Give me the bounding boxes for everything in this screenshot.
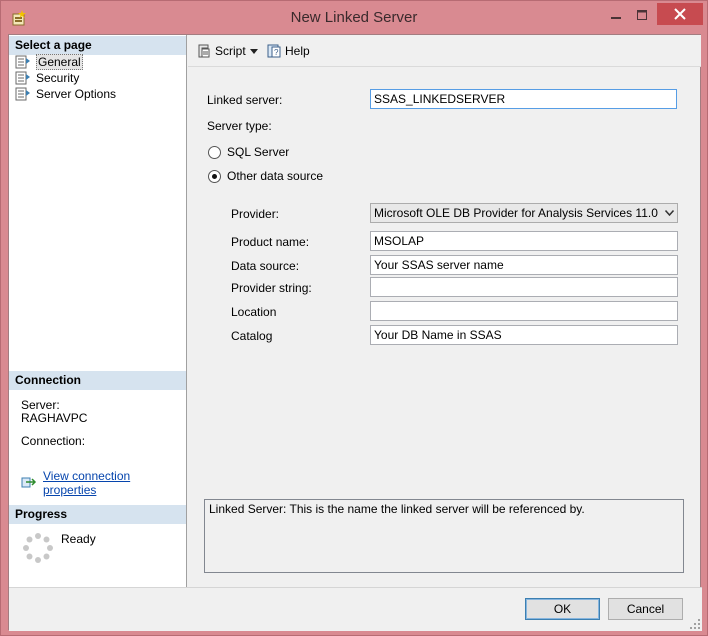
linked-server-input[interactable]: SSAS_LINKEDSERVER [370,89,677,109]
script-button[interactable]: Script [196,42,246,60]
provider-select-value: Microsoft OLE DB Provider for Analysis S… [374,206,658,220]
dialog-footer: OK Cancel [9,587,702,631]
location-input[interactable] [370,301,678,321]
script-icon [196,43,212,59]
resize-grip-icon[interactable] [690,619,700,629]
page-item-general[interactable]: General [15,54,83,70]
right-pane: Script ? Help Linked server: SSAS_LINKED… [188,35,701,587]
provider-string-input[interactable] [370,277,678,297]
radio-sql-server-label: SQL Server [227,145,290,159]
title-bar[interactable]: New Linked Server [1,1,707,35]
page-item-security[interactable]: Security [15,70,79,86]
select-page-header: Select a page [9,36,186,55]
connection-properties-icon [21,476,37,490]
catalog-input[interactable]: Your DB Name in SSAS [370,325,678,345]
provider-select[interactable]: Microsoft OLE DB Provider for Analysis S… [370,203,678,223]
help-label: Help [285,44,310,58]
page-item-label: Server Options [36,87,117,101]
page-item-label: General [36,54,83,70]
ok-button[interactable]: OK [525,598,600,620]
general-form: Linked server: SSAS_LINKEDSERVER Server … [188,67,701,487]
description-text: Linked Server: This is the name the link… [209,502,585,516]
server-label: Server: [21,398,60,412]
provider-string-label: Provider string: [231,281,312,295]
help-icon: ? [266,43,282,59]
radio-sql-server[interactable]: SQL Server [208,145,289,159]
svg-text:?: ? [274,48,279,57]
data-source-input[interactable]: Your SSAS server name [370,255,678,275]
maximize-button[interactable] [629,3,655,27]
dialog-client-area: Select a page General Security Server Op… [8,34,702,631]
server-type-label: Server type: [207,119,272,133]
server-value: RAGHAVPC [21,411,88,425]
script-dropdown-button[interactable] [250,42,258,60]
data-source-label: Data source: [231,259,300,273]
connection-label: Connection: [21,434,86,448]
toolbar: Script ? Help [188,35,701,67]
product-name-input[interactable]: MSOLAP [370,231,678,251]
connection-header: Connection [9,371,186,390]
close-icon [674,8,686,20]
radio-circle [208,145,221,159]
new-linked-server-window: New Linked Server Select a page General [0,0,708,636]
chevron-down-icon [665,210,674,216]
maximize-icon [637,10,647,20]
help-button[interactable]: ? Help [266,42,310,60]
radio-circle-selected [208,169,221,183]
minimize-button[interactable] [603,3,629,27]
description-box: Linked Server: This is the name the link… [204,499,684,573]
page-icon [15,87,31,101]
left-pane: Select a page General Security Server Op… [9,35,187,587]
view-connection-properties-link[interactable]: View connection properties [43,469,186,497]
progress-header: Progress [9,505,186,524]
cancel-button[interactable]: Cancel [608,598,683,620]
script-label: Script [215,44,246,58]
page-icon [15,71,31,85]
page-item-label: Security [36,71,80,85]
page-item-server-options[interactable]: Server Options [15,86,116,102]
progress-spinner-icon [23,533,53,563]
page-icon [15,55,31,69]
radio-other-data-source[interactable]: Other data source [208,169,323,183]
catalog-label: Catalog [231,329,273,343]
provider-label: Provider: [231,207,280,221]
window-title: New Linked Server [290,9,418,26]
chevron-down-icon [250,48,258,54]
progress-status: Ready [61,532,96,546]
minimize-icon [611,17,621,19]
product-name-label: Product name: [231,235,310,249]
radio-other-label: Other data source [227,169,324,183]
close-button[interactable] [657,3,703,25]
linked-server-label: Linked server: [207,93,283,107]
view-connection-properties[interactable]: View connection properties [21,469,186,497]
location-label: Location [231,305,277,319]
